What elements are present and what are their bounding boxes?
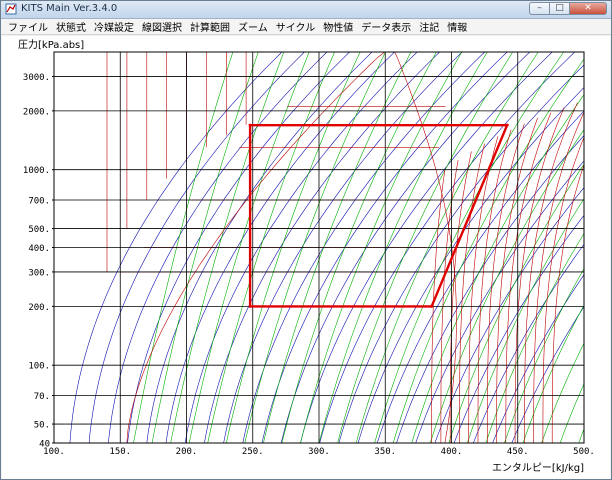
y-tick-label: 2000. [23, 107, 50, 117]
x-tick-label: 350. [374, 447, 396, 457]
app-window: KITS Main Ver.3.4.0 – □ ✕ ファイル 状態式 冷媒設定 … [0, 0, 612, 480]
y-tick-label: 70. [34, 392, 50, 402]
y-tick-label: 3000. [23, 73, 50, 83]
x-tick-label: 250. [242, 447, 264, 457]
y-tick-label: 700. [28, 196, 50, 206]
menu-refrigerant-settings[interactable]: 冷媒設定 [90, 19, 138, 34]
isentrope-line [597, 52, 610, 443]
minimize-button[interactable]: – [529, 2, 549, 15]
menu-annotation[interactable]: 注記 [415, 19, 443, 34]
x-tick-label: 300. [308, 447, 330, 457]
cycle-point [248, 123, 252, 127]
y-axis-label: 圧力[kPa.abs] [18, 38, 84, 51]
x-tick-label: 500. [573, 447, 595, 457]
x-tick-label: 400. [441, 447, 463, 457]
ph-diagram[interactable]: 4050.70.100.200.300.400.500.700.1000.200… [2, 36, 610, 479]
menu-bar: ファイル 状態式 冷媒設定 線図選択 計算範囲 ズーム サイクル 物性値 データ… [1, 19, 611, 35]
y-tick-label: 50. [34, 421, 50, 431]
menu-cycle[interactable]: サイクル [272, 19, 320, 34]
y-tick-label: 300. [28, 268, 50, 278]
chart-area[interactable]: 40 50. 70. 100. 200. 300. 400. 500. 700. 1000. 200… [2, 36, 610, 479]
y-tick-label: 100. [28, 362, 50, 372]
y-tick-label: 400. [28, 244, 50, 254]
cycle-point [430, 304, 434, 308]
y-tick-label: 200. [28, 303, 50, 313]
menu-file[interactable]: ファイル [4, 19, 52, 34]
close-button[interactable]: ✕ [569, 2, 607, 15]
x-tick-label: 150. [109, 447, 131, 457]
x-tick-label: 100. [43, 447, 65, 457]
menu-data-display[interactable]: データ表示 [357, 19, 415, 34]
cycle-point [248, 304, 252, 308]
menu-info[interactable]: 情報 [443, 19, 471, 34]
x-tick-label: 450. [507, 447, 529, 457]
maximize-button[interactable]: □ [549, 2, 569, 15]
title-bar[interactable]: KITS Main Ver.3.4.0 – □ ✕ [1, 1, 611, 19]
y-tick-label: 500. [28, 225, 50, 235]
window-title: KITS Main Ver.3.4.0 [21, 3, 118, 14]
menu-properties[interactable]: 物性値 [319, 19, 357, 34]
menu-zoom[interactable]: ズーム [234, 19, 272, 34]
y-tick-label: 1000. [23, 166, 50, 176]
menu-equation-of-state[interactable]: 状態式 [52, 19, 90, 34]
x-tick-label: 200. [176, 447, 198, 457]
x-axis-label: エンタルピー[kJ/kg] [492, 462, 584, 474]
menu-diagram-select[interactable]: 線図選択 [138, 19, 186, 34]
cycle-point [505, 123, 509, 127]
menu-calc-range[interactable]: 計算範囲 [186, 19, 234, 34]
app-icon [5, 3, 17, 15]
